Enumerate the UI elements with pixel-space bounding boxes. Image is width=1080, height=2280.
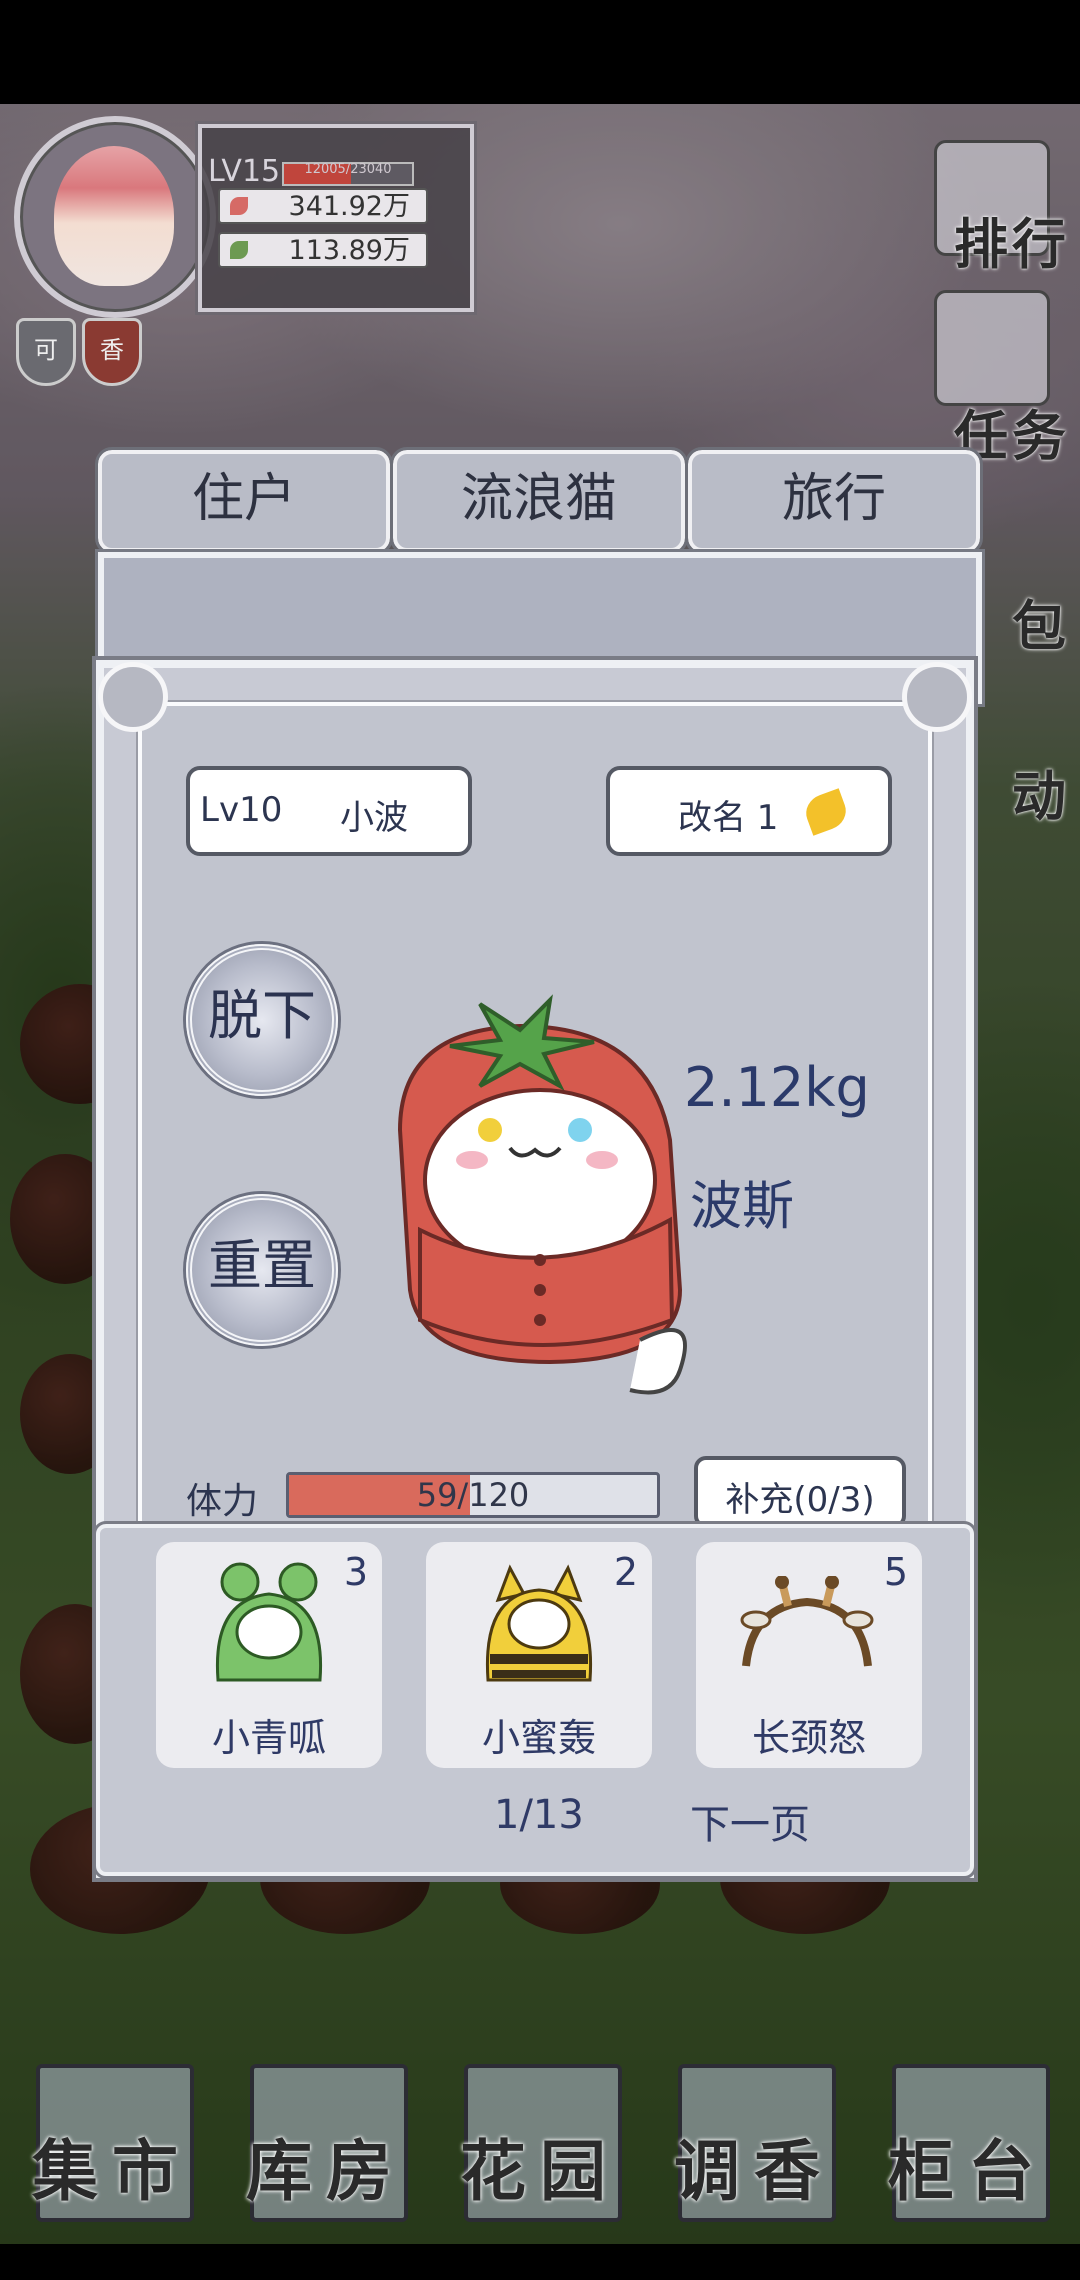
- rename-button[interactable]: 改名 1: [606, 766, 892, 856]
- costume-name: 长颈怒: [751, 1716, 866, 1760]
- costume-count: 3: [343, 1550, 368, 1594]
- badge-icon[interactable]: 香: [82, 318, 142, 386]
- nav-perfume[interactable]: 调香: [654, 2118, 854, 2214]
- reset-button[interactable]: 重置: [186, 1194, 338, 1346]
- nav-market[interactable]: 集市: [12, 2118, 212, 2214]
- xp-bar: 12005/23040: [282, 162, 414, 186]
- costume-card-frog[interactable]: 3 小青呱: [156, 1542, 382, 1768]
- resource-2-display: 113.89万: [218, 232, 428, 268]
- resource-1-value: 341.92万: [288, 191, 410, 222]
- nav-counter[interactable]: 柜台: [868, 2118, 1068, 2214]
- costume-count: 2: [613, 1550, 638, 1594]
- tab-travel[interactable]: 旅行: [685, 447, 983, 555]
- refill-stamina-button[interactable]: 补充(0/3): [694, 1456, 906, 1528]
- petal-currency-icon: [801, 788, 851, 836]
- tab-stray-cats[interactable]: 流浪猫: [390, 447, 688, 555]
- cat-in-tomato-costume: [397, 994, 687, 1395]
- player-avatar[interactable]: [14, 116, 216, 318]
- cat-name: 小波: [340, 798, 408, 838]
- xp-text: 12005/23040: [304, 162, 392, 177]
- petal-icon: [230, 197, 248, 215]
- stamina-text: 59/120: [416, 1476, 530, 1514]
- stamina-bar: 59/120: [286, 1472, 660, 1518]
- resource-2-value: 113.89万: [288, 235, 410, 266]
- frog-costume-icon: [215, 1562, 323, 1682]
- badge-icon[interactable]: 可: [16, 318, 76, 386]
- costume-card-bee[interactable]: 2 小蜜轰: [426, 1542, 652, 1768]
- page-indicator: 1/13: [494, 1792, 584, 1838]
- costume-name: 小青呱: [211, 1716, 326, 1760]
- cat-breed: 波斯: [690, 1177, 795, 1237]
- side-menu-ranking[interactable]: 排行: [954, 200, 1070, 279]
- costume-card-giraffe[interactable]: 5 长颈怒: [696, 1542, 922, 1768]
- avatar-portrait: [54, 146, 174, 286]
- rename-label: 改名 1: [678, 798, 779, 838]
- next-page-button[interactable]: 下一页: [690, 1792, 810, 1850]
- giraffe-headband-icon: [740, 1576, 874, 1667]
- side-menu-events[interactable]: 动: [1012, 752, 1070, 831]
- costume-count: 5: [883, 1550, 908, 1594]
- bee-costume-icon: [485, 1564, 593, 1682]
- tab-residents[interactable]: 住户: [95, 447, 393, 555]
- leaf-icon: [230, 241, 248, 259]
- costume-name: 小蜜轰: [481, 1716, 596, 1760]
- cat-weight: 2.12kg: [684, 1056, 870, 1119]
- nav-warehouse[interactable]: 库房: [226, 2118, 426, 2214]
- player-level: LV15: [208, 154, 281, 189]
- nav-garden[interactable]: 花园: [440, 2118, 640, 2214]
- refill-label: 补充(0/3): [725, 1480, 875, 1520]
- badge-1-text: 可: [34, 336, 58, 364]
- side-menu-bag[interactable]: 包: [1012, 582, 1070, 661]
- cat-level: Lv10: [200, 790, 283, 830]
- badge-2-text: 香: [100, 336, 124, 364]
- resource-1-display: 341.92万: [218, 188, 428, 224]
- corner-ornament-icon: [902, 662, 972, 732]
- task-icon[interactable]: [934, 290, 1050, 406]
- cat-name-plate: Lv10 小波: [186, 766, 472, 856]
- undress-button[interactable]: 脱下: [186, 944, 338, 1096]
- corner-ornament-icon: [98, 662, 168, 732]
- stamina-label: 体力: [186, 1481, 259, 1522]
